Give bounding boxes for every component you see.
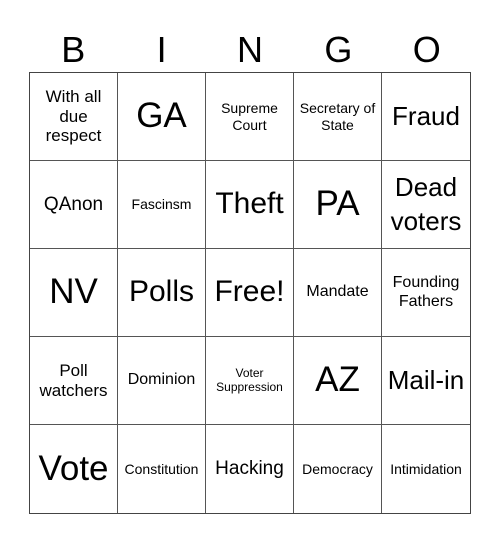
bingo-cell[interactable]: Democracy [294,425,382,513]
header-letter-i: I [156,29,167,70]
bingo-cell[interactable]: Hacking [206,425,294,513]
bingo-cell[interactable]: With all due respect [30,73,118,161]
bingo-cell[interactable]: NV [30,249,118,337]
bingo-cell[interactable]: Voter Suppression [206,337,294,425]
header-letter-b: B [61,29,86,70]
bingo-cell[interactable]: AZ [294,337,382,425]
bingo-cell[interactable]: Intimidation [382,425,470,513]
bingo-cell[interactable]: Dominion [118,337,206,425]
bingo-cell[interactable]: Fascinsm [118,161,206,249]
bingo-cell[interactable]: QAnon [30,161,118,249]
bingo-cell[interactable]: Vote [30,425,118,513]
bingo-cell[interactable]: Free! [206,249,294,337]
bingo-cell[interactable]: Secretary of State [294,73,382,161]
bingo-cell[interactable]: Theft [206,161,294,249]
header-letter-n: N [236,29,263,70]
bingo-header: B I N G O [29,28,471,72]
bingo-cell[interactable]: Dead voters [382,161,470,249]
bingo-cell[interactable]: Founding Fathers [382,249,470,337]
bingo-cell[interactable]: GA [118,73,206,161]
bingo-cell[interactable]: Constitution [118,425,206,513]
bingo-cell[interactable]: Mandate [294,249,382,337]
bingo-cell[interactable]: Mail-in [382,337,470,425]
header-letter-g: G [324,29,353,70]
bingo-cell[interactable]: Supreme Court [206,73,294,161]
bingo-cell[interactable]: PA [294,161,382,249]
bingo-cell[interactable]: Polls [118,249,206,337]
bingo-cell[interactable]: Poll watchers [30,337,118,425]
bingo-cell[interactable]: Fraud [382,73,470,161]
header-letter-o: O [412,29,441,70]
bingo-grid: With all due respect GA Supreme Court Se… [29,72,471,514]
